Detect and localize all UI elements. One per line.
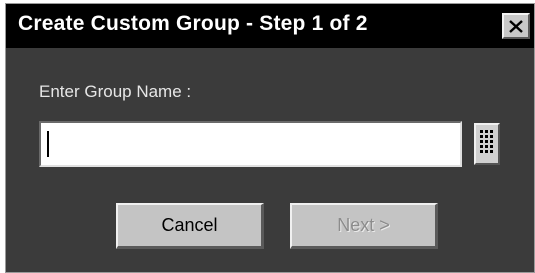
close-icon <box>509 19 523 33</box>
group-name-input[interactable] <box>39 121 462 167</box>
close-button[interactable] <box>502 13 530 39</box>
keypad-button[interactable] <box>474 123 500 165</box>
group-name-label: Enter Group Name : <box>39 82 192 101</box>
cancel-button[interactable]: Cancel <box>116 203 264 249</box>
text-caret <box>47 131 49 157</box>
title-bar: Create Custom Group - Step 1 of 2 <box>6 4 534 48</box>
keypad-icon <box>480 129 494 159</box>
create-custom-group-dialog: Create Custom Group - Step 1 of 2 Enter … <box>5 3 535 273</box>
dialog-title: Create Custom Group - Step 1 of 2 <box>18 12 368 35</box>
next-button[interactable]: Next > <box>290 203 438 249</box>
